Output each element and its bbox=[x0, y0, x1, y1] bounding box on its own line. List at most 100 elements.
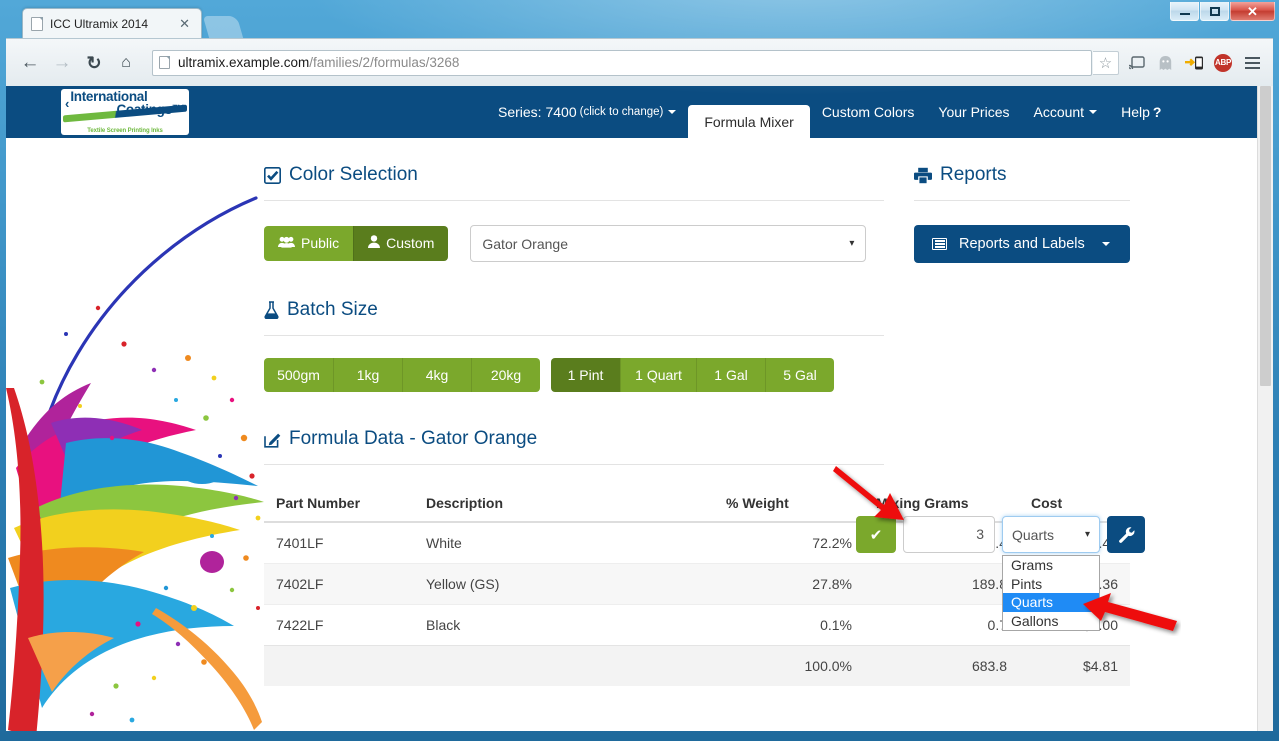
unit-option-quarts[interactable]: Quarts bbox=[1003, 593, 1099, 612]
batch-500gm-button[interactable]: 500gm bbox=[264, 358, 333, 393]
batch-quantity-controls: ✔ 3 Quarts ▾ Grams Pints Quarts Gallons bbox=[856, 516, 1145, 632]
custom-colors-button[interactable]: Custom bbox=[353, 226, 449, 261]
imperial-batch-group: 1 Pint 1 Quart 1 Gal 5 Gal bbox=[551, 358, 834, 393]
nav-tab-custom-colors[interactable]: Custom Colors bbox=[810, 86, 927, 138]
user-icon bbox=[368, 235, 381, 251]
column-percent-weight: % Weight bbox=[714, 485, 864, 524]
reports-title: Reports bbox=[940, 164, 1007, 185]
cell-mixing-grams: 189.8 bbox=[864, 563, 1019, 605]
batch-1pint-button[interactable]: 1 Pint bbox=[551, 358, 620, 393]
cell-percent-weight: 0.1% bbox=[714, 604, 864, 646]
adblock-plus-label: ABP bbox=[1214, 53, 1232, 72]
home-icon[interactable]: ⌂ bbox=[112, 49, 140, 77]
custom-colors-label: Custom bbox=[386, 235, 435, 252]
site-info-icon[interactable] bbox=[159, 56, 170, 69]
batch-1gal-button[interactable]: 1 Gal bbox=[696, 358, 765, 393]
unit-option-grams[interactable]: Grams bbox=[1003, 556, 1099, 575]
forward-icon[interactable]: → bbox=[48, 49, 76, 77]
tab-strip: ICC Ultramix 2014 ✕ bbox=[0, 0, 1279, 38]
batch-1kg-button[interactable]: 1kg bbox=[333, 358, 402, 393]
nav-series-selector[interactable]: Series: 7400 (click to change) bbox=[486, 86, 688, 138]
cell-percent-weight: 27.8% bbox=[714, 563, 864, 605]
nav-formula-mixer-label: Formula Mixer bbox=[704, 113, 794, 130]
page-content: ‹ International Coatings™ Textile Screen… bbox=[6, 86, 1257, 731]
tab-close-icon[interactable]: ✕ bbox=[176, 17, 193, 30]
new-tab-button[interactable] bbox=[202, 16, 244, 38]
unit-options-list: Grams Pints Quarts Gallons bbox=[1002, 555, 1100, 632]
public-colors-button[interactable]: Public bbox=[264, 226, 354, 261]
scrollbar-thumb[interactable] bbox=[1260, 86, 1271, 386]
batch-size-heading: Batch Size bbox=[264, 262, 884, 321]
bookmark-star-icon[interactable]: ☆ bbox=[1093, 50, 1119, 75]
ghostery-icon[interactable] bbox=[1154, 52, 1176, 74]
cell-total-mixing-grams: 683.8 bbox=[864, 645, 1019, 687]
nav-tab-account[interactable]: Account bbox=[1021, 86, 1109, 138]
nav-account-label: Account bbox=[1033, 104, 1085, 120]
chevron-down-icon bbox=[1101, 242, 1110, 246]
nav-tab-help[interactable]: Help ? bbox=[1109, 86, 1173, 138]
url-host: ultramix.example.com bbox=[178, 55, 310, 70]
color-dropdown[interactable]: Gator Orange ▾ bbox=[470, 225, 867, 262]
main-nav: Series: 7400 (click to change) Formula M… bbox=[486, 86, 1173, 138]
cell-total-part bbox=[264, 645, 414, 687]
batch-1quart-button[interactable]: 1 Quart bbox=[620, 358, 696, 393]
quantity-input[interactable]: 3 bbox=[903, 516, 995, 553]
cell-description: White bbox=[414, 521, 714, 564]
company-logo[interactable]: ‹ International Coatings™ Textile Screen… bbox=[61, 89, 189, 135]
browser-menu-icon[interactable] bbox=[1241, 52, 1263, 74]
cell-total-desc bbox=[414, 645, 714, 687]
printer-icon bbox=[914, 167, 932, 184]
back-icon[interactable]: ← bbox=[16, 49, 44, 77]
adblock-plus-icon[interactable]: ABP bbox=[1212, 52, 1234, 74]
reports-heading: Reports bbox=[914, 138, 1130, 186]
nav-tab-your-prices[interactable]: Your Prices bbox=[926, 86, 1021, 138]
cell-total-cost: $4.81 bbox=[1019, 645, 1130, 687]
public-colors-label: Public bbox=[301, 235, 340, 252]
unit-option-pints[interactable]: Pints bbox=[1003, 575, 1099, 594]
cell-description: Yellow (GS) bbox=[414, 563, 714, 605]
column-description: Description bbox=[414, 485, 714, 524]
reports-and-labels-button[interactable]: Reports and Labels bbox=[914, 225, 1130, 263]
url-path: /families/2/formulas/3268 bbox=[309, 55, 460, 70]
metric-batch-group: 500gm 1kg 4kg 20kg bbox=[264, 358, 540, 393]
batch-4kg-button[interactable]: 4kg bbox=[402, 358, 471, 393]
batch-settings-button[interactable] bbox=[1107, 516, 1145, 553]
browser-window: ✕ ICC Ultramix 2014 ✕ ← → ↻ ⌂ ultramix.e… bbox=[0, 0, 1279, 741]
unit-select-wrapper: Quarts ▾ Grams Pints Quarts Gallons bbox=[1002, 516, 1100, 632]
checkbox-icon bbox=[264, 166, 281, 184]
edit-pencil-icon bbox=[264, 431, 281, 448]
selected-color-value: Gator Orange bbox=[482, 235, 568, 252]
unit-option-gallons[interactable]: Gallons bbox=[1003, 612, 1099, 631]
flask-icon bbox=[264, 301, 279, 319]
maximize-button[interactable] bbox=[1200, 2, 1229, 21]
window-controls: ✕ bbox=[1170, 2, 1275, 21]
divider bbox=[264, 335, 884, 336]
table-row[interactable]: 7402LF Yellow (GS) 27.8% 189.8 $1.36 bbox=[264, 563, 1130, 605]
cell-percent-weight: 72.2% bbox=[714, 521, 864, 564]
nav-your-prices-label: Your Prices bbox=[938, 104, 1010, 120]
close-button[interactable]: ✕ bbox=[1230, 2, 1275, 21]
table-row[interactable]: 7422LF Black 0.1% 0.7 $0.00 bbox=[264, 604, 1130, 646]
unit-select[interactable]: Quarts ▾ bbox=[1002, 516, 1100, 553]
nav-help-label: Help bbox=[1121, 104, 1150, 120]
list-icon bbox=[932, 238, 947, 250]
batch-5gal-button[interactable]: 5 Gal bbox=[765, 358, 834, 393]
nav-tab-formula-mixer[interactable]: Formula Mixer bbox=[688, 105, 810, 138]
reload-icon[interactable]: ↻ bbox=[80, 49, 108, 77]
chevron-down-icon: ▾ bbox=[1084, 529, 1090, 540]
cast-icon[interactable] bbox=[1125, 52, 1147, 74]
minimize-button[interactable] bbox=[1170, 2, 1199, 21]
browser-tab[interactable]: ICC Ultramix 2014 ✕ bbox=[22, 8, 202, 38]
address-bar[interactable]: ultramix.example.com/families/2/formulas… bbox=[152, 49, 1092, 76]
logo-chevron-icon: ‹ bbox=[65, 96, 70, 111]
vertical-scrollbar[interactable] bbox=[1257, 86, 1273, 731]
batch-20kg-button[interactable]: 20kg bbox=[471, 358, 540, 393]
apply-quantity-button[interactable]: ✔ bbox=[856, 516, 896, 553]
chevron-down-icon: ▾ bbox=[849, 238, 855, 249]
cell-part-number: 7401LF bbox=[264, 521, 414, 564]
formula-data-heading: Formula Data - Gator Orange bbox=[264, 392, 884, 450]
color-source-toggle: Public Custom bbox=[264, 226, 449, 261]
send-to-phone-icon[interactable] bbox=[1183, 52, 1205, 74]
page-viewport: ‹ International Coatings™ Textile Screen… bbox=[6, 86, 1273, 731]
group-icon bbox=[278, 235, 295, 251]
